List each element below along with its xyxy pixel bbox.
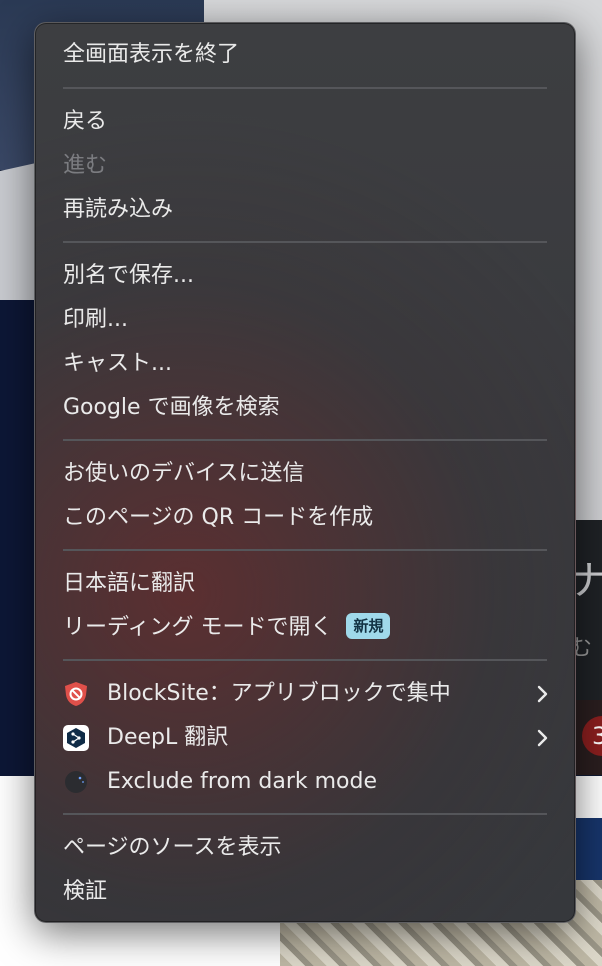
context-menu: 全画面表示を終了 戻る 進む 再読み込み 別名で保存... 印刷... キャスト… — [34, 22, 576, 923]
menu-item-print[interactable]: 印刷... — [63, 302, 547, 338]
menu-item-inspect[interactable]: 検証 — [63, 874, 547, 910]
blocksite-label: BlockSite：アプリブロックで集中 — [107, 681, 451, 706]
blocksite-shield-icon — [65, 682, 87, 706]
menu-item-reload[interactable]: 再読み込み — [63, 192, 547, 228]
menu-item-back[interactable]: 戻る — [63, 104, 547, 140]
menu-item-exclude-dark-mode[interactable]: Exclude from dark mode — [63, 764, 547, 800]
deepl-logo-icon — [63, 725, 89, 751]
menu-item-reading-mode[interactable]: リーディング モードで開く 新規 — [63, 610, 547, 646]
menu-item-create-qr-code[interactable]: このページの QR コードを作成 — [63, 500, 547, 536]
menu-separator — [63, 439, 547, 441]
menu-item-deepl[interactable]: DeepL 翻訳 — [63, 720, 548, 756]
menu-item-save-as[interactable]: 別名で保存... — [63, 258, 547, 294]
chevron-right-icon — [537, 729, 548, 747]
menu-item-send-to-devices[interactable]: お使いのデバイスに送信 — [63, 456, 547, 492]
menu-separator — [63, 241, 547, 243]
menu-separator — [63, 87, 547, 89]
menu-item-search-image[interactable]: Google で画像を検索 — [63, 390, 547, 426]
menu-item-blocksite[interactable]: BlockSite：アプリブロックで集中 — [63, 676, 548, 712]
menu-item-exit-fullscreen[interactable]: 全画面表示を終了 — [63, 37, 547, 73]
new-badge: 新規 — [346, 613, 391, 639]
menu-separator — [63, 659, 547, 661]
menu-item-translate[interactable]: 日本語に翻訳 — [63, 566, 547, 602]
deepl-label: DeepL 翻訳 — [107, 725, 229, 750]
moon-icon — [65, 771, 87, 793]
menu-item-forward: 進む — [63, 153, 108, 178]
menu-item-view-source[interactable]: ページのソースを表示 — [63, 830, 547, 866]
exclude-dark-mode-label: Exclude from dark mode — [107, 769, 377, 794]
menu-separator — [63, 549, 547, 551]
menu-item-cast[interactable]: キャスト... — [63, 346, 547, 382]
menu-separator — [63, 813, 547, 815]
reading-mode-label: リーディング モードで開く — [63, 615, 333, 640]
chevron-right-icon — [537, 685, 548, 703]
